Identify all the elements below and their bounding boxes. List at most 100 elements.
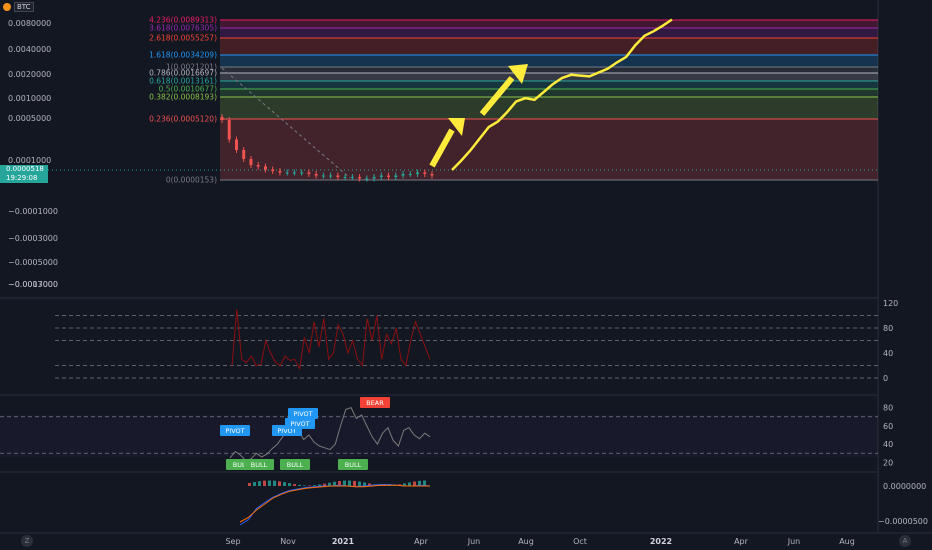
auto-scale-button[interactable]: A [899, 535, 911, 547]
fib-level-label: 1.618(0.0034209) [149, 51, 217, 60]
time-axis-label: Jun [467, 537, 481, 546]
price-candle [278, 171, 282, 173]
fib-level-label: 3.618(0.0076305) [149, 24, 217, 33]
macd-bar [258, 481, 261, 486]
price-candle [321, 175, 325, 177]
symbol-badge[interactable]: BTC [3, 2, 34, 12]
fib-level-label: 0(0.0000153) [166, 176, 217, 185]
symbol-label: BTC [14, 2, 34, 12]
bitcoin-icon [3, 3, 11, 11]
time-axis-label: Aug [518, 537, 534, 546]
fib-level-label: 0.382(0.0008193) [149, 93, 217, 102]
time-axis-label: 2022 [650, 537, 672, 546]
price-candle [408, 174, 412, 175]
macd-bar [253, 482, 256, 486]
price-axis-label: −0.0013000 [8, 280, 58, 289]
price-candle [336, 175, 340, 177]
macd-axis-label: −0.0000500 [878, 517, 928, 526]
pivot-tag-label: PIVOT [290, 420, 309, 428]
fib-zone [220, 119, 878, 180]
time-axis-label: Sep [225, 537, 240, 546]
fib-zone [220, 55, 878, 67]
macd-bar [353, 480, 356, 486]
time-axis-label: Nov [280, 537, 296, 546]
macd-bar [303, 485, 306, 486]
price-axis-labels: 0.0080000 0.0040000 0.0020000 0.0010000 0.00… [8, 19, 58, 289]
price-candle [249, 159, 253, 165]
price-candle [271, 169, 275, 171]
macd-axis-labels: 0.0000000 −0.0000500 [878, 482, 928, 526]
stoch-axis-label: 60 [883, 422, 893, 431]
price-candle [343, 177, 347, 178]
stoch-axis-label: 40 [883, 440, 893, 449]
fib-zone [220, 20, 878, 28]
price-candle [416, 172, 420, 174]
price-candle [256, 165, 260, 167]
time-axis-label: Apr [414, 537, 429, 546]
price-candle [220, 117, 224, 120]
price-candle [234, 139, 238, 150]
price-axis-label: 0.0020000 [8, 70, 51, 79]
pivot-tag-label: PIVOT [293, 410, 312, 418]
rsi-axis-label: 0 [883, 374, 888, 383]
macd-line [239, 484, 431, 526]
time-axis-label: Aug [839, 537, 855, 546]
fib-level-label: 0.236(0.0005120) [149, 115, 217, 124]
price-candle [401, 174, 405, 176]
macd-bar [273, 480, 276, 486]
time-axis-label: Oct [573, 537, 587, 546]
price-candle [314, 174, 318, 176]
price-candle [430, 174, 434, 176]
macd-bar [263, 480, 266, 486]
bear-tag-label: BEAR [366, 399, 384, 407]
macd-bar [248, 483, 251, 486]
pivot-tag-label: PIVOT [225, 427, 244, 435]
time-axis-labels[interactable]: Sep Nov 2021 Apr Jun Aug Oct 2022 Apr Jun Aug [225, 537, 854, 546]
rsi-axis-label: 120 [883, 299, 898, 308]
rsi-axis-labels: 120 80 40 0 [883, 299, 898, 383]
macd-bar [348, 480, 351, 486]
price-candle [329, 175, 333, 177]
macd-bar [408, 482, 411, 486]
price-axis-label: 0.0080000 [8, 19, 51, 28]
bar-countdown: 19:29:08 [6, 174, 38, 182]
price-candle [372, 177, 376, 179]
macd-signal-line [239, 484, 430, 523]
rsi-levels [55, 315, 878, 379]
fib-zone [220, 97, 878, 119]
bull-tag-label: BULL [345, 461, 362, 469]
price-candle [285, 172, 289, 174]
current-price-tag: 0.0000518 19:29:08 [0, 165, 48, 183]
price-candle [423, 172, 427, 174]
price-axis-label: −0.0005000 [8, 258, 58, 267]
price-candle [307, 172, 311, 174]
fibonacci-extension[interactable]: 4.236(0.0089313)3.618(0.0076305)2.618(0.… [149, 16, 878, 185]
macd-bar [308, 485, 311, 486]
fib-zone [220, 38, 878, 55]
fib-zone [220, 67, 878, 73]
price-candle [358, 177, 362, 179]
time-axis-label: Jun [787, 537, 801, 546]
macd-bar [278, 481, 281, 486]
chart-canvas[interactable]: 4.236(0.0089313)3.618(0.0076305)2.618(0.… [0, 0, 932, 550]
price-candle [365, 178, 369, 180]
stoch-axis-labels: 80 60 40 20 [883, 404, 893, 468]
price-axis-label: 0.0010000 [8, 94, 51, 103]
stoch-band [0, 415, 878, 457]
price-axis-label: −0.0001000 [8, 207, 58, 216]
price-candle [300, 172, 304, 174]
macd-bar [288, 483, 291, 486]
stoch-axis-label: 20 [883, 458, 893, 467]
rsi-axis-label: 40 [883, 349, 893, 358]
price-candle [292, 172, 296, 174]
price-axis-label: 0.0040000 [8, 45, 51, 54]
macd-bar [293, 484, 296, 486]
macd-bar [313, 485, 316, 486]
rsi-line [231, 309, 431, 371]
price-candle [350, 177, 354, 178]
stoch-axis-label: 80 [883, 404, 893, 413]
zoom-button[interactable]: Z [21, 535, 33, 547]
price-candle [387, 175, 391, 177]
bull-tag-label: BULL [251, 461, 268, 469]
macd-axis-label: 0.0000000 [883, 482, 926, 491]
